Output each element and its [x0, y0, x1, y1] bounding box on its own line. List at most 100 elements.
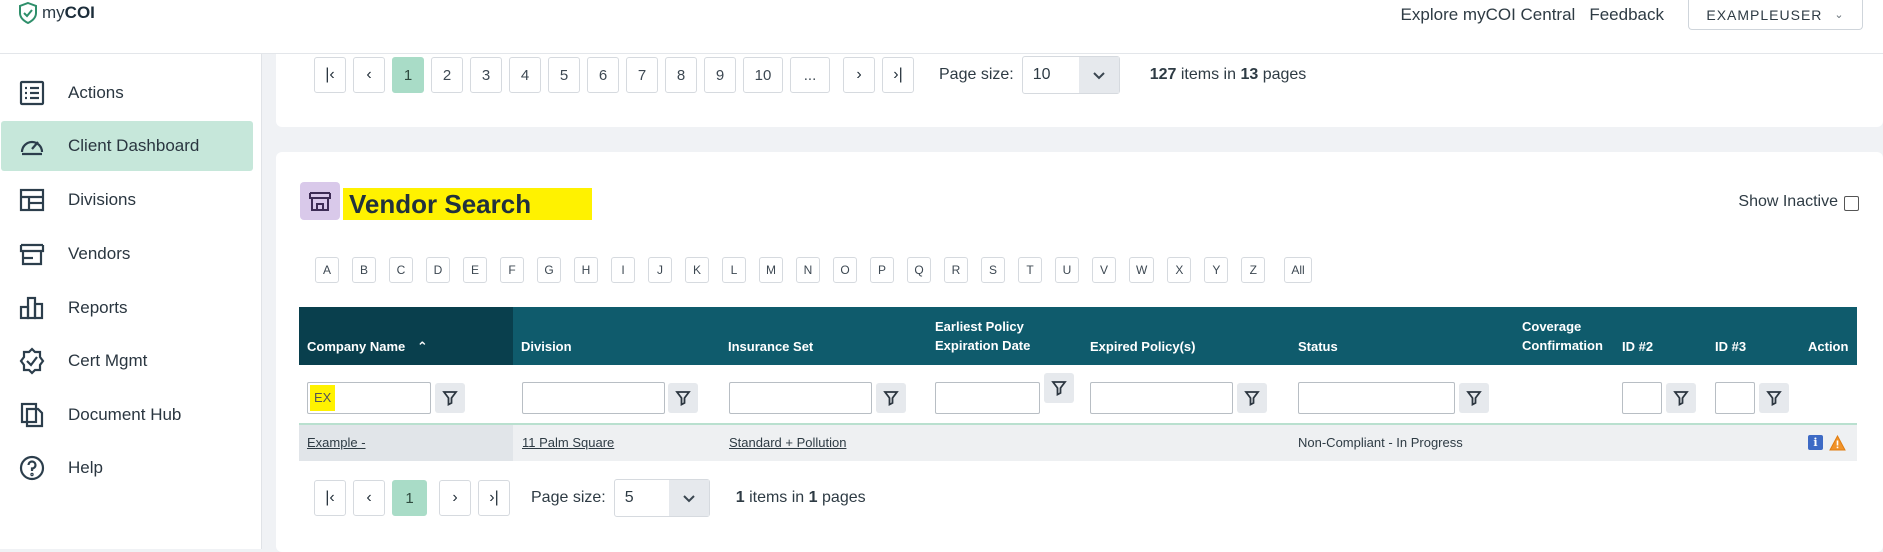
more-pages-button[interactable]: ...	[790, 57, 830, 93]
letter-filter-w[interactable]: W	[1129, 257, 1155, 283]
sidebar-item-vendors[interactable]: Vendors	[1, 229, 253, 279]
letter-filter-u[interactable]: U	[1055, 257, 1079, 283]
letter-filter-r[interactable]: R	[944, 257, 968, 283]
prev-page-button[interactable]: ‹	[353, 480, 385, 516]
id3-filter-input[interactable]	[1715, 382, 1755, 414]
letter-filter-d[interactable]: D	[426, 257, 450, 283]
bottom-pager: |‹ ‹ 1 › ›| Page size: 5 1 items in 1 pa…	[314, 479, 866, 517]
sorted-column-bg	[299, 307, 513, 365]
column-header-id3[interactable]: ID #3	[1715, 337, 1746, 356]
column-header-status[interactable]: Status	[1298, 337, 1338, 356]
page-button[interactable]: 4	[509, 57, 541, 93]
column-header-insurance-set[interactable]: Insurance Set	[728, 337, 813, 356]
sidebar-item-client-dashboard[interactable]: Client Dashboard	[1, 121, 253, 171]
letter-filter-t[interactable]: T	[1018, 257, 1042, 283]
sidebar-item-cert-mgmt[interactable]: Cert Mgmt	[1, 336, 253, 386]
next-page-button[interactable]: ›	[439, 480, 471, 516]
warning-icon[interactable]	[1829, 435, 1846, 451]
sidebar-item-document-hub[interactable]: Document Hub	[1, 390, 253, 440]
page-button[interactable]: 7	[626, 57, 658, 93]
letter-filter-b[interactable]: B	[352, 257, 376, 283]
page-button[interactable]: 10	[743, 57, 783, 93]
letter-filter-g[interactable]: G	[537, 257, 561, 283]
letter-filter-f[interactable]: F	[500, 257, 524, 283]
letter-filter-all[interactable]: All	[1284, 257, 1312, 283]
letter-filter-k[interactable]: K	[685, 257, 709, 283]
letter-filter-x[interactable]: X	[1167, 257, 1192, 283]
expired-policies-filter-input[interactable]	[1090, 382, 1233, 414]
letter-filter-o[interactable]: O	[833, 257, 857, 283]
letter-filter-y[interactable]: Y	[1204, 257, 1229, 283]
divisions-grid-icon	[16, 184, 48, 216]
letter-filter-j[interactable]: J	[648, 257, 672, 283]
letter-filter-i[interactable]: I	[611, 257, 635, 283]
storefront-icon	[300, 182, 340, 220]
letter-filter-s[interactable]: S	[981, 257, 1005, 283]
sidebar-item-label: Cert Mgmt	[68, 351, 148, 370]
filter-icon[interactable]	[435, 383, 465, 413]
explore-mycoi-central-link[interactable]: Explore myCOI Central	[1401, 5, 1576, 25]
letter-filter-c[interactable]: C	[389, 257, 413, 283]
letter-filter-e[interactable]: E	[463, 257, 487, 283]
last-page-button[interactable]: ›|	[882, 57, 914, 93]
page-button[interactable]: 5	[548, 57, 580, 93]
letter-filter-n[interactable]: N	[796, 257, 820, 283]
filter-icon[interactable]	[876, 383, 906, 413]
page-size-select[interactable]: 10	[1021, 56, 1120, 94]
page-button[interactable]: 2	[431, 57, 463, 93]
company-name-filter-input[interactable]: EX	[307, 382, 431, 414]
sidebar-item-help[interactable]: Help	[1, 443, 253, 493]
page-button[interactable]: 1	[392, 480, 427, 516]
feedback-link[interactable]: Feedback	[1589, 5, 1664, 25]
page-button[interactable]: 6	[587, 57, 619, 93]
letter-filter-z[interactable]: Z	[1241, 257, 1266, 283]
column-header-id2[interactable]: ID #2	[1622, 337, 1653, 356]
expiration-date-filter-input[interactable]	[935, 382, 1040, 414]
column-header-expired-policies[interactable]: Expired Policy(s)	[1090, 337, 1195, 356]
page-button[interactable]: 1	[392, 57, 424, 93]
column-header-coverage-confirmation[interactable]: Coverage Confirmation	[1522, 317, 1603, 355]
sidebar-item-reports[interactable]: Reports	[1, 283, 253, 333]
mycoi-logo[interactable]: myCOI	[18, 2, 95, 24]
column-header-division[interactable]: Division	[521, 337, 572, 356]
insurance-set-filter-input[interactable]	[729, 382, 872, 414]
letter-filter-v[interactable]: V	[1092, 257, 1116, 283]
id2-filter-input[interactable]	[1622, 382, 1662, 414]
insurance-set-link[interactable]: Standard + Pollution	[729, 435, 846, 450]
division-filter-input[interactable]	[522, 382, 665, 414]
first-page-button[interactable]: |‹	[314, 57, 346, 93]
first-page-button[interactable]: |‹	[314, 480, 346, 516]
info-icon[interactable]: i	[1808, 435, 1823, 450]
filter-icon[interactable]	[1759, 383, 1789, 413]
prev-page-button[interactable]: ‹	[353, 57, 385, 93]
page-size-select[interactable]: 5	[613, 479, 710, 517]
last-page-button[interactable]: ›|	[478, 480, 510, 516]
status-filter-input[interactable]	[1298, 382, 1455, 414]
sidebar-item-actions[interactable]: Actions	[1, 68, 253, 118]
letter-filter-h[interactable]: H	[574, 257, 598, 283]
filter-icon[interactable]	[668, 383, 698, 413]
column-header-earliest-expiration[interactable]: Earliest Policy Expiration Date	[935, 317, 1030, 355]
division-link[interactable]: 11 Palm Square	[522, 435, 614, 450]
next-page-button[interactable]: ›	[843, 57, 875, 93]
letter-filter-q[interactable]: Q	[907, 257, 931, 283]
page-button[interactable]: 9	[704, 57, 736, 93]
filter-icon[interactable]	[1666, 383, 1696, 413]
letter-filter-a[interactable]: A	[315, 257, 339, 283]
show-inactive-toggle[interactable]: Show Inactive	[1738, 193, 1859, 211]
column-header-action: Action	[1808, 339, 1849, 354]
column-header-company-name[interactable]: Company Name ⌃	[307, 337, 428, 356]
company-name-link[interactable]: Example -	[307, 435, 366, 450]
user-menu-button[interactable]: EXAMPLEUSER ⌄	[1688, 0, 1863, 30]
letter-filter-l[interactable]: L	[722, 257, 746, 283]
help-circle-icon	[16, 452, 48, 484]
page-button[interactable]: 8	[665, 57, 697, 93]
page-button[interactable]: 3	[470, 57, 502, 93]
filter-icon[interactable]	[1044, 373, 1074, 403]
sidebar-item-divisions[interactable]: Divisions	[1, 175, 253, 225]
filter-icon[interactable]	[1237, 383, 1267, 413]
filter-icon[interactable]	[1459, 383, 1489, 413]
letter-filter-p[interactable]: P	[870, 257, 894, 283]
letter-filter-m[interactable]: M	[759, 257, 783, 283]
show-inactive-checkbox[interactable]	[1844, 196, 1859, 211]
